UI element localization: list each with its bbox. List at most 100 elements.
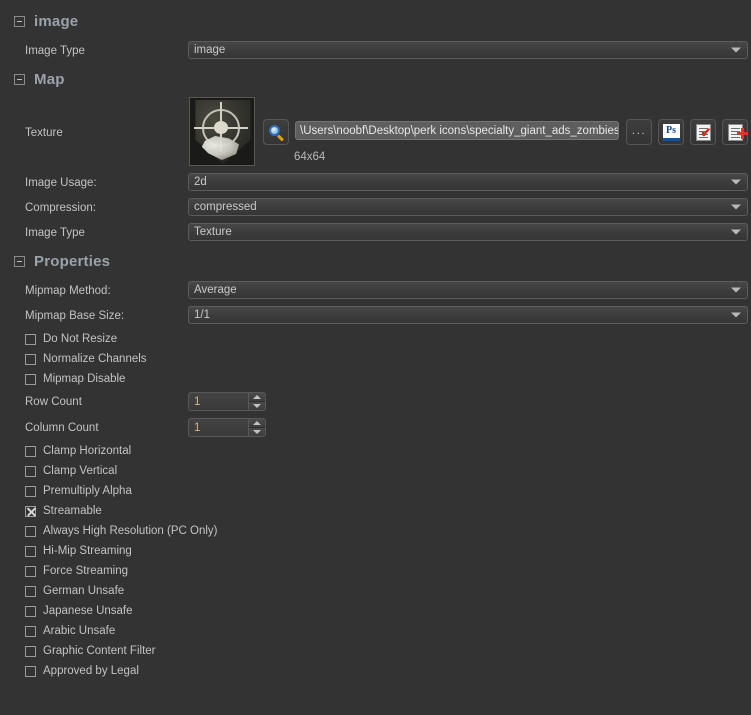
checkbox-label: Hi-Mip Streaming xyxy=(43,545,132,557)
label-compression: Compression: xyxy=(25,202,96,214)
checkbox-normalize-channels[interactable]: Normalize Channels xyxy=(25,352,147,366)
checkbox-icon[interactable] xyxy=(25,565,36,577)
minus-box-icon[interactable] xyxy=(14,256,25,267)
checkbox-label: Clamp Vertical xyxy=(43,465,118,477)
ellipsis-icon: ... xyxy=(631,122,647,137)
combo-image-usage[interactable]: 2d xyxy=(188,173,748,191)
document-check-icon: ✔ xyxy=(695,123,711,141)
label-image-type: Image Type xyxy=(25,45,85,57)
checkbox-icon[interactable] xyxy=(25,465,36,477)
texture-thumbnail[interactable] xyxy=(189,97,255,166)
checkbox-arabic-unsafe[interactable]: Arabic Unsafe xyxy=(25,624,115,638)
checkbox-icon[interactable] xyxy=(25,585,36,597)
checkbox-label: Graphic Content Filter xyxy=(43,645,156,657)
document-plus-icon xyxy=(727,123,748,141)
combo-compression-value: compressed xyxy=(194,201,257,213)
checkbox-icon[interactable] xyxy=(25,605,36,617)
column-count-input[interactable]: 1 xyxy=(188,418,249,437)
section-header-properties[interactable]: Properties xyxy=(14,254,110,269)
checkbox-label: Streamable xyxy=(43,505,102,517)
checkbox-icon[interactable] xyxy=(25,353,36,365)
ellipsis-button[interactable]: ... xyxy=(626,119,652,145)
combo-mipmap-base-size[interactable]: 1/1 xyxy=(188,306,748,324)
checkbox-icon[interactable] xyxy=(25,445,36,457)
label-mipmap-method: Mipmap Method: xyxy=(25,285,111,297)
minus-box-icon[interactable] xyxy=(14,74,25,85)
add-document-button[interactable] xyxy=(722,119,748,145)
checkbox-icon[interactable] xyxy=(25,333,36,345)
section-title-properties: Properties xyxy=(34,253,111,270)
stepper-up-button[interactable] xyxy=(249,393,265,401)
texture-reticle-center xyxy=(214,121,228,134)
checkbox-label: Mipmap Disable xyxy=(43,373,126,385)
combo-compression[interactable]: compressed xyxy=(188,198,748,216)
checkbox-label: Approved by Legal xyxy=(43,665,139,677)
stepper-down-button[interactable] xyxy=(249,401,265,410)
chevron-down-icon[interactable] xyxy=(731,179,741,185)
checkbox-icon[interactable] xyxy=(25,545,36,557)
checkbox-icon[interactable] xyxy=(25,525,36,537)
label-texture: Texture xyxy=(25,127,63,139)
checkbox-label: Clamp Horizontal xyxy=(43,445,132,457)
column-count-stepper-buttons[interactable] xyxy=(249,418,266,437)
chevron-down-icon[interactable] xyxy=(731,47,741,53)
checkbox-premultiply-alpha[interactable]: Premultiply Alpha xyxy=(25,484,132,498)
checkbox-icon[interactable] xyxy=(25,373,36,385)
checkbox-label: Force Streaming xyxy=(43,565,129,577)
combo-mipmap-base-size-value: 1/1 xyxy=(194,309,210,321)
chevron-down-icon[interactable] xyxy=(731,204,741,210)
checkbox-label: Normalize Channels xyxy=(43,353,147,365)
stepper-up-button[interactable] xyxy=(249,419,265,427)
label-image-usage: Image Usage: xyxy=(25,177,97,189)
checkbox-label: Arabic Unsafe xyxy=(43,625,116,637)
checkbox-always-high-resolution[interactable]: Always High Resolution (PC Only) xyxy=(25,524,217,538)
triangle-up-icon xyxy=(253,395,261,399)
section-header-map[interactable]: Map xyxy=(14,72,65,87)
texture-browse-button[interactable] xyxy=(263,119,289,145)
checkbox-graphic-content-filter[interactable]: Graphic Content Filter xyxy=(25,644,156,658)
checkbox-icon[interactable] xyxy=(25,665,36,677)
checkbox-icon[interactable] xyxy=(25,625,36,637)
checkbox-hi-mip-streaming[interactable]: Hi-Mip Streaming xyxy=(25,544,132,558)
checkbox-mipmap-disable[interactable]: Mipmap Disable xyxy=(25,372,125,386)
row-count-stepper[interactable]: 1 xyxy=(188,392,266,411)
combo-map-image-type-value: Texture xyxy=(194,226,232,238)
section-title-map: Map xyxy=(34,71,65,88)
checkbox-approved-by-legal[interactable]: Approved by Legal xyxy=(25,664,139,678)
checkbox-force-streaming[interactable]: Force Streaming xyxy=(25,564,128,578)
checkbox-icon-checked[interactable] xyxy=(25,505,36,517)
checkbox-streamable[interactable]: Streamable xyxy=(25,504,102,518)
checkbox-german-unsafe[interactable]: German Unsafe xyxy=(25,584,124,598)
column-count-stepper[interactable]: 1 xyxy=(188,418,266,437)
triangle-down-icon xyxy=(253,404,261,408)
section-title-image: image xyxy=(34,13,79,30)
checkbox-clamp-horizontal[interactable]: Clamp Horizontal xyxy=(25,444,131,458)
row-count-input[interactable]: 1 xyxy=(188,392,249,411)
texture-dimensions-label: 64x64 xyxy=(294,151,326,163)
chevron-down-icon[interactable] xyxy=(731,287,741,293)
chevron-down-icon[interactable] xyxy=(731,312,741,318)
row-count-stepper-buttons[interactable] xyxy=(249,392,266,411)
triangle-down-icon xyxy=(253,430,261,434)
checkbox-label: German Unsafe xyxy=(43,585,125,597)
stepper-down-button[interactable] xyxy=(249,427,265,436)
checkbox-clamp-vertical[interactable]: Clamp Vertical xyxy=(25,464,117,478)
combo-map-image-type[interactable]: Texture xyxy=(188,223,748,241)
combo-image-type[interactable]: image xyxy=(188,41,748,59)
label-column-count: Column Count xyxy=(25,422,99,434)
minus-box-icon[interactable] xyxy=(14,16,25,27)
combo-image-type-value: image xyxy=(194,44,226,56)
chevron-down-icon[interactable] xyxy=(731,229,741,235)
edit-document-button[interactable]: ✔ xyxy=(690,119,716,145)
checkbox-icon[interactable] xyxy=(25,485,36,497)
checkbox-japanese-unsafe[interactable]: Japanese Unsafe xyxy=(25,604,133,618)
section-header-image[interactable]: image xyxy=(14,14,78,29)
magnifier-icon xyxy=(268,124,284,142)
combo-mipmap-method[interactable]: Average xyxy=(188,281,748,299)
checkbox-do-not-resize[interactable]: Do Not Resize xyxy=(25,332,117,346)
photoshop-button[interactable]: Ps xyxy=(658,119,684,145)
texture-path-value: \Users\noobf\Desktop\perk icons\specialt… xyxy=(300,124,619,137)
checkbox-icon[interactable] xyxy=(25,645,36,657)
label-map-image-type: Image Type xyxy=(25,227,85,239)
texture-path-input[interactable]: \Users\noobf\Desktop\perk icons\specialt… xyxy=(295,121,619,140)
